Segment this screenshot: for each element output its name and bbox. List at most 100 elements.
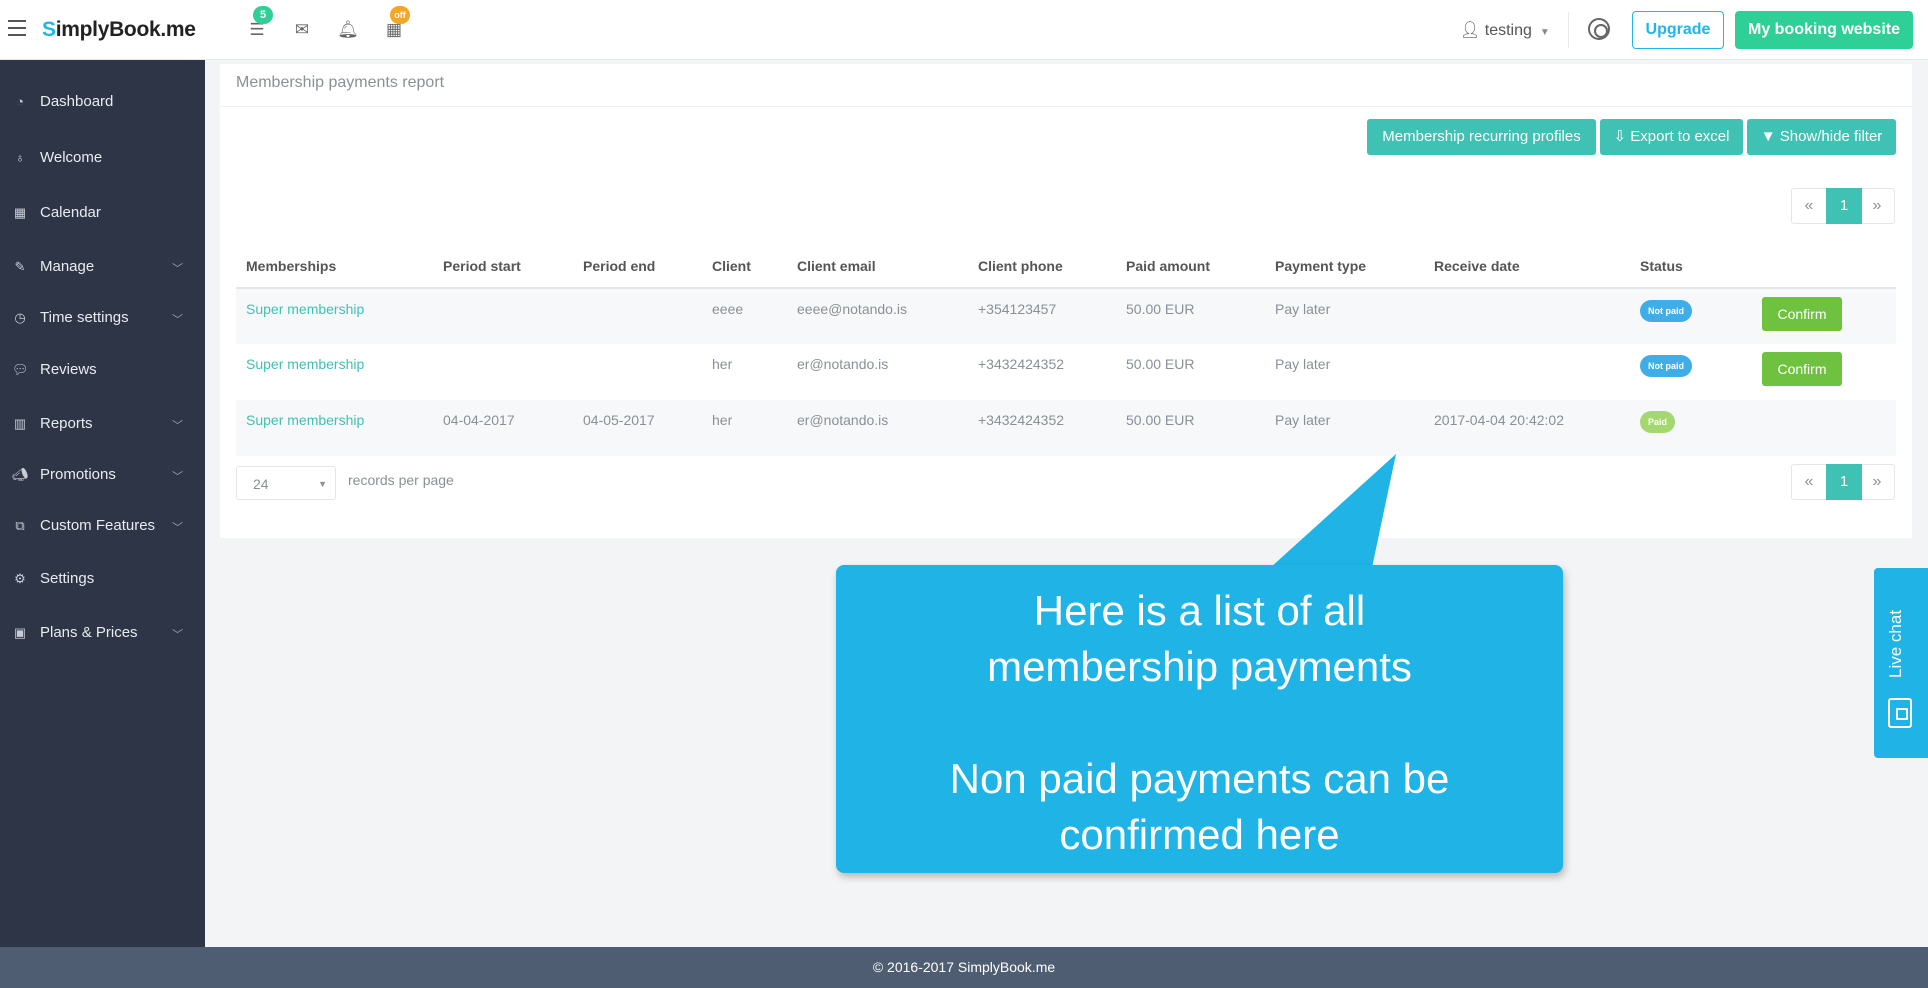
column-header[interactable]: Receive date <box>1424 244 1630 289</box>
paid-amount: 50.00 EUR <box>1116 344 1265 400</box>
callout-line: Here is a list of all <box>1033 587 1366 634</box>
pager-prev-button[interactable]: « <box>1792 189 1826 223</box>
status-badge: Paid <box>1640 411 1676 433</box>
column-header[interactable]: Client <box>702 244 787 289</box>
payments-table: Memberships Period start Period end Clie… <box>236 244 1896 456</box>
calendar-sync-icon[interactable]: ▦ off <box>382 6 410 42</box>
sidebar-item-time-settings[interactable]: ◷ Time settings ﹀ <box>0 298 205 338</box>
divider <box>1568 12 1569 48</box>
money-icon: ▣ <box>13 625 27 640</box>
tasks-badge: 5 <box>253 6 273 24</box>
receive-date <box>1424 288 1630 344</box>
confirm-button[interactable]: Confirm <box>1762 352 1842 386</box>
report-panel: Membership payments report Membership re… <box>220 64 1912 538</box>
sidebar-item-reviews[interactable]: 💬︎ Reviews <box>0 350 205 390</box>
sidebar-item-label: Manage <box>40 258 95 275</box>
user-menu[interactable]: 👤︎ testing ▼ <box>1460 20 1550 40</box>
period-end <box>573 288 702 344</box>
sidebar-item-label: Promotions <box>40 466 116 483</box>
receive-date <box>1424 344 1630 400</box>
client: eeee <box>702 288 787 344</box>
client-phone: +3432424352 <box>968 344 1116 400</box>
sidebar-item-plans-prices[interactable]: ▣ Plans & Prices ﹀ <box>0 613 205 653</box>
period-start <box>433 288 573 344</box>
pager-current-page[interactable]: 1 <box>1826 464 1862 500</box>
brand-logo[interactable]: SimplyBook.me <box>42 18 196 42</box>
table-row: Super membership 04-04-2017 04-05-2017 h… <box>236 400 1896 456</box>
column-header[interactable]: Period end <box>573 244 702 289</box>
export-to-excel-button[interactable]: ⇩ Export to excel <box>1600 119 1743 155</box>
sidebar-item-label: Dashboard <box>40 93 114 110</box>
column-header[interactable]: Client email <box>787 244 968 289</box>
period-end <box>573 344 702 400</box>
paid-amount: 50.00 EUR <box>1116 288 1265 344</box>
footer: © 2016-2017 SimplyBook.me <box>0 947 1928 988</box>
sidebar-item-label: Welcome <box>40 149 103 166</box>
sidebar-item-dashboard[interactable]: ◔ Dashboard <box>0 82 205 122</box>
column-header-actions <box>1752 244 1896 289</box>
support-icon[interactable] <box>1588 18 1610 40</box>
receive-date: 2017-04-04 20:42:02 <box>1424 400 1630 456</box>
live-chat-tab[interactable]: Live chat <box>1874 568 1928 758</box>
sidebar-item-welcome[interactable]: ♁ Welcome <box>0 138 205 178</box>
payment-type: Pay later <box>1265 344 1424 400</box>
chevron-down-icon: ﹀ <box>172 263 183 275</box>
callout-text-bottom: Non paid payments can be confirmed here <box>836 751 1563 863</box>
table-header-row: Memberships Period start Period end Clie… <box>236 244 1896 289</box>
column-header[interactable]: Memberships <box>236 244 433 289</box>
sidebar-item-reports[interactable]: ▥ Reports ﹀ <box>0 404 205 444</box>
chevron-down-icon: ﹀ <box>172 522 183 534</box>
upgrade-button[interactable]: Upgrade <box>1632 11 1724 49</box>
divider <box>220 106 1912 107</box>
records-per-page-label: records per page <box>348 472 454 488</box>
sidebar-item-settings[interactable]: ⚙ Settings <box>0 559 205 599</box>
pager-next-button[interactable]: » <box>1860 465 1894 499</box>
lightbulb-icon: ♁ <box>15 150 25 165</box>
chevron-down-icon: ﹀ <box>172 471 183 483</box>
sidebar-item-manage[interactable]: ✎ Manage ﹀ <box>0 247 205 287</box>
column-header[interactable]: Client phone <box>968 244 1116 289</box>
brand-logo-s: S <box>42 18 56 41</box>
sidebar-item-custom-features[interactable]: ⧉ Custom Features ﹀ <box>0 506 205 546</box>
tasks-icon[interactable]: ☰ 5 <box>245 6 273 42</box>
membership-link[interactable]: Super membership <box>246 301 364 317</box>
caret-down-icon: ▼ <box>318 479 327 489</box>
chat-icon <box>1888 698 1912 728</box>
callout-pointer <box>1260 454 1396 577</box>
sidebar-item-promotions[interactable]: 📣︎ Promotions ﹀ <box>0 455 205 495</box>
my-booking-website-button[interactable]: My booking website <box>1735 11 1913 49</box>
column-header[interactable]: Status <box>1630 244 1752 289</box>
column-header[interactable]: Period start <box>433 244 573 289</box>
status-badge: Not paid <box>1640 355 1692 377</box>
status-badge: Not paid <box>1640 300 1692 322</box>
pagination-bottom: « 1 » <box>1791 464 1895 500</box>
records-per-page-select[interactable]: 24 ▼ <box>236 466 336 500</box>
bar-chart-icon: ▥ <box>13 416 27 431</box>
period-start: 04-04-2017 <box>433 400 573 456</box>
pager-prev-button[interactable]: « <box>1792 465 1826 499</box>
membership-link[interactable]: Super membership <box>246 412 364 428</box>
client-email: eeee@notando.is <box>787 288 968 344</box>
column-header[interactable]: Payment type <box>1265 244 1424 289</box>
comments-icon: 💬︎ <box>12 362 29 377</box>
sidebar-item-label: Settings <box>40 570 95 587</box>
payment-type: Pay later <box>1265 288 1424 344</box>
pager-next-button[interactable]: » <box>1860 189 1894 223</box>
row-action-empty <box>1752 400 1896 456</box>
sidebar-item-label: Time settings <box>40 309 129 326</box>
client-email: er@notando.is <box>787 344 968 400</box>
callout-text-top: Here is a list of all membership payment… <box>836 583 1563 695</box>
bell-icon[interactable]: 🔔︎ <box>336 18 360 42</box>
filter-label: Show/hide filter <box>1779 128 1883 145</box>
user-icon: 👤︎ <box>1460 22 1481 39</box>
hamburger-menu-icon[interactable] <box>8 20 26 36</box>
sidebar-item-label: Reports <box>40 415 93 432</box>
membership-link[interactable]: Super membership <box>246 356 364 372</box>
pager-current-page[interactable]: 1 <box>1826 188 1862 224</box>
sidebar-item-calendar[interactable]: ▦ Calendar <box>0 193 205 233</box>
membership-recurring-profiles-button[interactable]: Membership recurring profiles <box>1367 119 1596 155</box>
show-hide-filter-button[interactable]: ▼ Show/hide filter <box>1747 119 1896 155</box>
confirm-button[interactable]: Confirm <box>1762 297 1842 331</box>
mail-icon[interactable]: ✉ <box>290 18 314 42</box>
column-header[interactable]: Paid amount <box>1116 244 1265 289</box>
